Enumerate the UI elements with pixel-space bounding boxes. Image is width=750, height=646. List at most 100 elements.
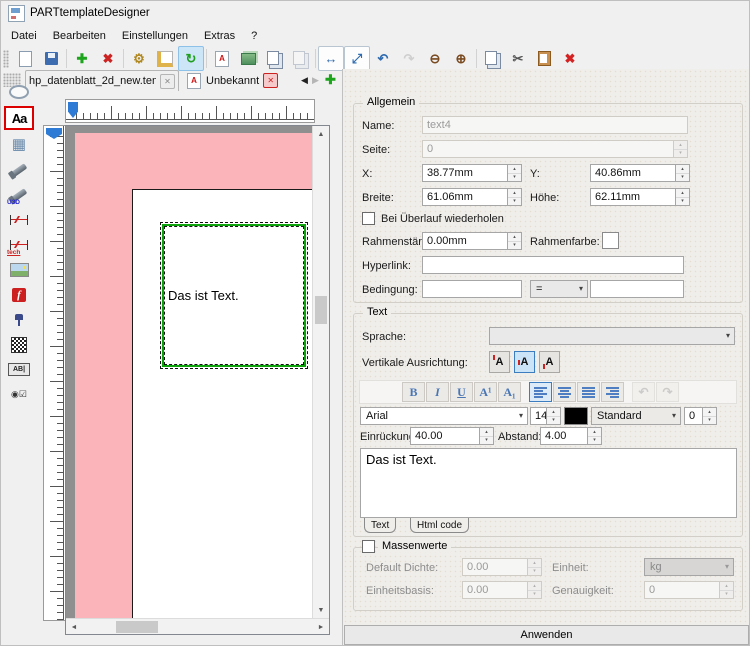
breite-field[interactable]: 61.06mm▴▾ bbox=[422, 188, 522, 206]
tab-scroll-right-icon[interactable]: ▶ bbox=[312, 75, 319, 86]
export-pdf-button[interactable]: A bbox=[209, 46, 235, 71]
font-extra-field[interactable]: 0▴▾ bbox=[684, 407, 717, 425]
align-right-button[interactable] bbox=[601, 382, 624, 402]
cut-button[interactable]: ✂ bbox=[505, 46, 531, 71]
fit-width-button[interactable]: ↔ bbox=[318, 46, 344, 71]
spin-up-icon[interactable]: ▴ bbox=[508, 165, 521, 174]
paste-page-button[interactable] bbox=[287, 46, 313, 71]
delete-button[interactable]: ✖ bbox=[557, 46, 583, 71]
copy-page-button[interactable] bbox=[261, 46, 287, 71]
part-u3d-tool[interactable]: U3D bbox=[5, 184, 33, 205]
text-content-editor[interactable]: Das ist Text. bbox=[360, 448, 737, 518]
zoom-in-button[interactable]: ⊕ bbox=[448, 46, 474, 71]
text-tool[interactable]: Aa bbox=[4, 106, 34, 130]
tab-html-mode[interactable]: Html code bbox=[410, 518, 469, 533]
add-page-button[interactable]: ✚ bbox=[69, 46, 95, 71]
refresh-button[interactable]: ↻ bbox=[178, 46, 204, 71]
scroll-right-icon[interactable]: ► bbox=[313, 619, 329, 635]
new-file-button[interactable] bbox=[12, 46, 38, 71]
font-size-spinner[interactable]: ▴▾ bbox=[546, 408, 560, 424]
spin-up-icon[interactable]: ▴ bbox=[703, 408, 716, 417]
horizontal-scroll-thumb[interactable] bbox=[116, 621, 158, 633]
paste-button[interactable] bbox=[531, 46, 557, 71]
pin-tool[interactable] bbox=[5, 309, 33, 330]
abstand-spinner[interactable]: ▴▾ bbox=[587, 428, 601, 444]
spin-down-icon[interactable]: ▾ bbox=[508, 242, 521, 250]
horizontal-scrollbar[interactable]: ◄ ► bbox=[66, 618, 329, 634]
textfield-tool[interactable]: AB| bbox=[5, 359, 33, 380]
undo-button[interactable]: ↶ bbox=[370, 46, 396, 71]
spin-down-icon[interactable]: ▾ bbox=[676, 198, 689, 206]
spin-down-icon[interactable]: ▾ bbox=[480, 437, 493, 445]
spin-up-icon[interactable]: ▴ bbox=[588, 428, 601, 437]
tab-text-mode[interactable]: Text bbox=[364, 518, 396, 533]
superscript-button[interactable]: A¹ bbox=[474, 382, 497, 402]
add-tab-icon[interactable]: ✚ bbox=[325, 72, 336, 88]
menu-bearbeiten[interactable]: Bearbeiten bbox=[45, 27, 114, 45]
dimension-tool[interactable] bbox=[5, 209, 33, 230]
undo-text-button[interactable]: ↶ bbox=[632, 382, 655, 402]
dimension-tech-tool[interactable]: tech bbox=[5, 234, 33, 255]
rahmenstaerke-spinner[interactable]: ▴▾ bbox=[507, 233, 521, 249]
x-spinner[interactable]: ▴▾ bbox=[507, 165, 521, 181]
massenwerte-checkbox[interactable] bbox=[362, 540, 375, 553]
einrueckung-spinner[interactable]: ▴▾ bbox=[479, 428, 493, 444]
breite-spinner[interactable]: ▴▾ bbox=[507, 189, 521, 205]
toolbar-grip[interactable] bbox=[3, 50, 9, 68]
export-image-button[interactable] bbox=[235, 46, 261, 71]
x-field[interactable]: 38.77mm▴▾ bbox=[422, 164, 522, 182]
spin-down-icon[interactable]: ▾ bbox=[508, 174, 521, 182]
spin-down-icon[interactable]: ▾ bbox=[676, 174, 689, 182]
underline-button[interactable]: U bbox=[450, 382, 473, 402]
bedingung-field-right[interactable] bbox=[590, 280, 684, 298]
font-extra-spinner[interactable]: ▴▾ bbox=[702, 408, 716, 424]
anwenden-button[interactable]: Anwenden bbox=[344, 625, 749, 645]
menu-hilfe[interactable]: ? bbox=[243, 27, 265, 45]
valign-middle-button[interactable]: A bbox=[514, 351, 535, 373]
overflow-checkbox[interactable] bbox=[362, 212, 375, 225]
image-tool[interactable] bbox=[5, 259, 33, 280]
spin-up-icon[interactable]: ▴ bbox=[508, 233, 521, 242]
font-color-swatch[interactable] bbox=[564, 407, 588, 425]
valign-top-button[interactable]: A bbox=[489, 351, 510, 373]
hoehe-field[interactable]: 62.11mm▴▾ bbox=[590, 188, 690, 206]
menu-datei[interactable]: Datei bbox=[3, 27, 45, 45]
abstand-field[interactable]: 4.00▴▾ bbox=[540, 427, 602, 445]
selected-text-element[interactable]: Das ist Text. bbox=[162, 224, 306, 367]
spin-up-icon[interactable]: ▴ bbox=[676, 165, 689, 174]
bold-button[interactable]: B bbox=[402, 382, 425, 402]
subscript-button[interactable]: A₁ bbox=[498, 382, 521, 402]
align-center-button[interactable] bbox=[553, 382, 576, 402]
close-tab-icon[interactable]: ✕ bbox=[160, 74, 175, 89]
qrcode-tool[interactable] bbox=[5, 334, 33, 355]
align-left-button[interactable] bbox=[529, 382, 552, 402]
vertical-scroll-thumb[interactable] bbox=[315, 296, 327, 324]
vertical-scrollbar[interactable]: ▲ ▼ bbox=[312, 126, 329, 618]
tab-document[interactable]: hp_datenblatt_2d_new.template ✕ bbox=[25, 70, 179, 91]
rahmenfarbe-swatch[interactable] bbox=[602, 232, 619, 249]
fit-window-button[interactable]: ⤢ bbox=[344, 46, 370, 71]
spin-down-icon[interactable]: ▾ bbox=[547, 417, 560, 425]
part-3d-tool[interactable] bbox=[5, 159, 33, 180]
template-settings-button[interactable]: ⚙ bbox=[126, 46, 152, 71]
table-tool[interactable]: ▦ bbox=[5, 134, 33, 155]
font-style-dropdown[interactable]: Standard▾ bbox=[591, 407, 681, 425]
tab-pdf[interactable]: A Unbekannt ✕ bbox=[185, 70, 280, 91]
scroll-up-icon[interactable]: ▲ bbox=[313, 126, 329, 142]
sprache-dropdown[interactable]: ▾ bbox=[489, 327, 735, 345]
font-family-combo[interactable]: Arial▾ bbox=[360, 407, 528, 425]
einrueckung-field[interactable]: 40.00▴▾ bbox=[410, 427, 494, 445]
flash-tool[interactable]: f bbox=[5, 284, 33, 305]
save-button[interactable] bbox=[38, 46, 64, 71]
spin-up-icon[interactable]: ▴ bbox=[480, 428, 493, 437]
bedingung-operator-dropdown[interactable]: =▾ bbox=[530, 280, 588, 298]
scroll-left-icon[interactable]: ◄ bbox=[66, 619, 82, 635]
close-pdf-tab-icon[interactable]: ✕ bbox=[263, 73, 278, 88]
page-setup-button[interactable] bbox=[152, 46, 178, 71]
spin-down-icon[interactable]: ▾ bbox=[588, 437, 601, 445]
hyperlink-field[interactable] bbox=[422, 256, 684, 274]
y-field[interactable]: 40.86mm▴▾ bbox=[590, 164, 690, 182]
delete-page-button[interactable]: ✖ bbox=[95, 46, 121, 71]
select-ellipse-tool[interactable] bbox=[5, 81, 33, 102]
redo-text-button[interactable]: ↷ bbox=[656, 382, 679, 402]
